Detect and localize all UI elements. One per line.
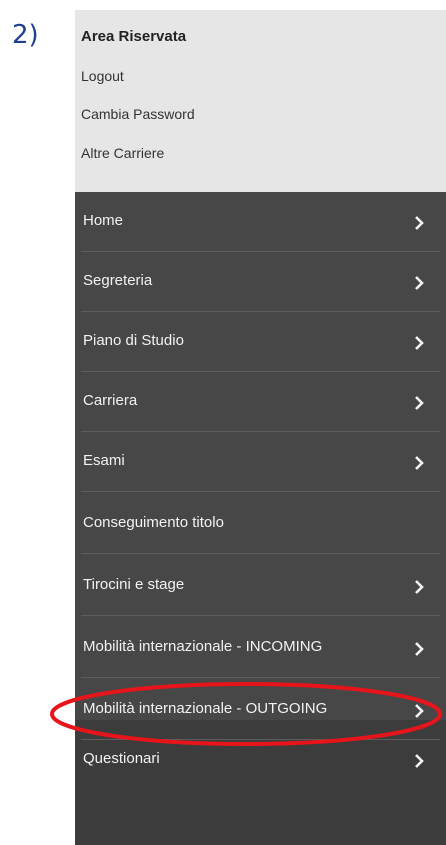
chevron-right-icon — [415, 396, 424, 410]
chevron-right-icon — [415, 276, 424, 290]
reserved-area: Area Riservata Logout Cambia Password Al… — [75, 10, 446, 192]
step-label: 2) — [12, 20, 39, 50]
other-careers-link[interactable]: Altre Carriere — [81, 145, 164, 161]
chevron-right-icon — [415, 704, 424, 718]
menu-item-label: Piano di Studio — [83, 332, 184, 349]
chevron-right-icon — [415, 754, 424, 768]
menu-item-label: Mobilità internazionale - INCOMING — [83, 638, 323, 655]
reserved-area-title: Area Riservata — [81, 28, 187, 45]
menu-item-label: Segreteria — [83, 272, 153, 289]
menu-item-questionari[interactable]: Questionari — [75, 730, 446, 790]
change-password-link[interactable]: Cambia Password — [81, 106, 195, 122]
menu-item-label: Carriera — [83, 392, 138, 409]
menu-item-conseguimento-titolo[interactable]: Conseguimento titolo — [75, 494, 446, 554]
menu-item-esami[interactable]: Esami — [75, 432, 446, 492]
menu-divider — [81, 553, 440, 554]
chevron-right-icon — [415, 216, 424, 230]
menu-item-label: Esami — [83, 452, 125, 469]
menu-item-label: Conseguimento titolo — [83, 514, 224, 531]
menu-item-label: Home — [83, 212, 124, 229]
logout-link[interactable]: Logout — [81, 68, 124, 84]
menu-divider — [81, 677, 440, 678]
chevron-right-icon — [415, 580, 424, 594]
menu-item-segreteria[interactable]: Segreteria — [75, 252, 446, 312]
menu-item-label: Mobilità internazionale - OUTGOING — [83, 700, 328, 717]
menu-item-tirocini-e-stage[interactable]: Tirocini e stage — [75, 556, 446, 616]
menu-item-home[interactable]: Home — [75, 192, 446, 252]
sidebar-panel: Area Riservata Logout Cambia Password Al… — [75, 10, 446, 845]
menu-item-label: Questionari — [83, 750, 160, 767]
menu-item-label: Tirocini e stage — [83, 576, 185, 593]
menu-item-carriera[interactable]: Carriera — [75, 372, 446, 432]
menu-divider — [81, 491, 440, 492]
chevron-right-icon — [415, 456, 424, 470]
menu-item-piano-di-studio[interactable]: Piano di Studio — [75, 312, 446, 372]
menu-item-mobilita-incoming[interactable]: Mobilità internazionale - INCOMING — [75, 618, 446, 678]
menu-divider — [81, 615, 440, 616]
chevron-right-icon — [415, 336, 424, 350]
chevron-right-icon — [415, 642, 424, 656]
